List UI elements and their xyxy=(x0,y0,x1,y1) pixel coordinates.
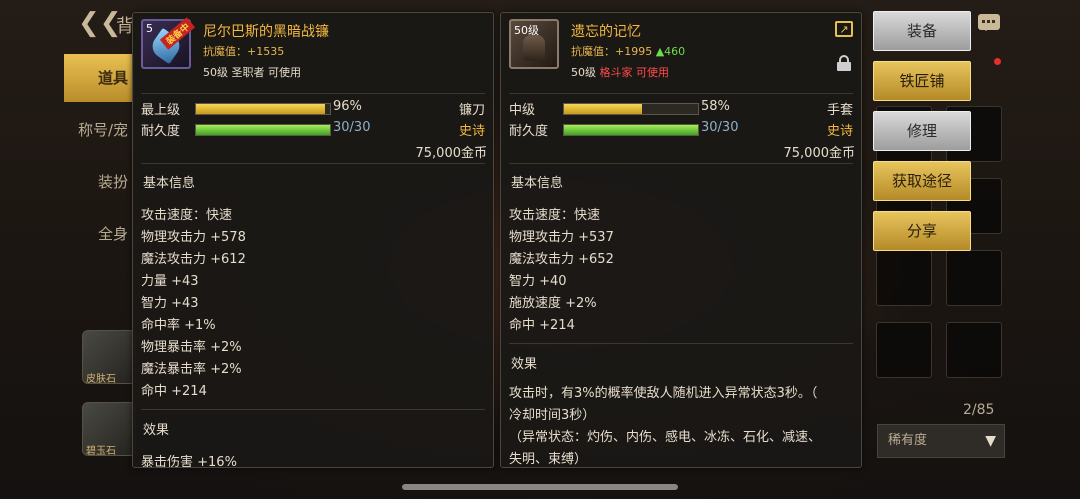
item-tooltip-equipped: 5 装备中 尼尔巴斯的黑暗战镰 抗魔值：+1535 50级 圣职者 可使用 最上… xyxy=(132,12,494,468)
stat-line: 攻击速度：快速 xyxy=(141,208,233,223)
divider xyxy=(509,163,853,164)
durability-label: 耐久度 xyxy=(509,124,549,139)
durability-value: 30/30 xyxy=(701,120,739,135)
item-name: 遗忘的记忆 xyxy=(571,24,641,40)
item-type: 手套 xyxy=(826,103,853,118)
divider xyxy=(509,93,853,94)
stat-line: 命中 +214 xyxy=(509,318,575,333)
stat-line: 物理攻击力 +578 xyxy=(141,230,246,245)
divider xyxy=(141,409,485,410)
share-icon[interactable]: ↗ xyxy=(835,21,853,37)
price: 75,000金币 xyxy=(783,146,856,161)
stat-line: 魔法暴击率 +2% xyxy=(141,362,242,377)
lock-icon[interactable] xyxy=(837,55,851,71)
inventory-slot[interactable] xyxy=(946,250,1002,306)
grade-percent: 96% xyxy=(333,99,362,114)
stat-line: 命中率 +1% xyxy=(141,318,216,333)
grade-bar xyxy=(195,103,331,115)
effect-line: （异常状态：灼伤、内伤、感电、冰冻、石化、减速、 xyxy=(509,430,822,445)
stat-line: 力量 +43 xyxy=(141,274,199,289)
blacksmith-button[interactable]: 铁匠铺 xyxy=(873,61,971,101)
tab-avatar[interactable]: 装扮 xyxy=(64,158,134,206)
rarity: 史诗 xyxy=(826,124,853,139)
durability-bar xyxy=(563,124,699,136)
basic-info-title: 基本信息 xyxy=(143,176,196,191)
stat-line: 智力 +43 xyxy=(141,296,199,311)
durability-label: 耐久度 xyxy=(141,124,181,139)
stat-line: 物理暴击率 +2% xyxy=(141,340,242,355)
durability-bar xyxy=(195,124,331,136)
stat-line: 物理攻击力 +537 xyxy=(509,230,614,245)
gloves-icon xyxy=(523,35,545,61)
grade-bar-fill xyxy=(564,104,642,114)
requirement: 50级 格斗家 可使用 xyxy=(571,66,669,79)
notification-dot xyxy=(994,58,1001,65)
stat-line: 魔法攻击力 +612 xyxy=(141,252,246,267)
requirement: 50级 圣职者 可使用 xyxy=(203,66,301,79)
home-indicator[interactable] xyxy=(402,484,678,490)
tab-titles[interactable]: 称号/宠 xyxy=(64,106,134,154)
basic-info-title: 基本信息 xyxy=(511,176,564,191)
gloves-item-icon[interactable]: 50级 xyxy=(509,19,559,69)
resist-value: 抗魔值：+1535 xyxy=(203,45,285,58)
jade-stone-label: 碧玉石 xyxy=(86,446,116,457)
rarity: 史诗 xyxy=(458,124,485,139)
obtain-source-button[interactable]: 获取途径 xyxy=(873,161,971,201)
item-level-tag: 5 xyxy=(146,22,153,35)
divider xyxy=(141,163,485,164)
stat-line: 魔法攻击力 +652 xyxy=(509,252,614,267)
inventory-slot[interactable] xyxy=(946,322,1002,378)
chat-icon[interactable] xyxy=(978,14,1000,31)
repair-button[interactable]: 修理 xyxy=(873,111,971,151)
stat-line: 施放速度 +2% xyxy=(509,296,597,311)
durability-bar-fill xyxy=(564,125,698,135)
durability-bar-fill xyxy=(196,125,330,135)
grade-bar-fill xyxy=(196,104,325,114)
effect-title: 效果 xyxy=(511,357,538,372)
resist-value: 抗魔值：+1995 ▲460 xyxy=(571,45,686,58)
tab-items[interactable]: 道具 xyxy=(64,54,134,102)
stat-line: 智力 +40 xyxy=(509,274,567,289)
rarity-filter-dropdown[interactable]: 稀有度 ▼ xyxy=(877,424,1005,458)
divider xyxy=(509,343,853,344)
skin-stone-label: 皮肤石 xyxy=(86,374,116,385)
inventory-slot[interactable] xyxy=(876,322,932,378)
effect-line: 冷却时间3秒） xyxy=(509,408,596,423)
share-button[interactable]: 分享 xyxy=(873,211,971,251)
effect-line: 暴击伤害 +16% xyxy=(141,455,237,468)
grade-percent: 58% xyxy=(701,99,730,114)
chevron-down-icon: ▼ xyxy=(985,433,996,449)
price: 75,000金币 xyxy=(415,146,488,161)
grade-bar xyxy=(563,103,699,115)
effect-line: 攻击时，有3%的概率使敌人随机进入异常状态3秒。（ xyxy=(509,386,818,401)
effect-description: 攻击时，有3%的概率使敌人随机进入异常状态3秒。（ 冷却时间3秒） （异常状态：… xyxy=(509,383,849,467)
inventory-slot[interactable] xyxy=(876,250,932,306)
item-name: 尼尔巴斯的黑暗战镰 xyxy=(203,24,329,40)
grade-label: 最上级 xyxy=(141,103,181,118)
stat-line: 命中 +214 xyxy=(141,384,207,399)
inventory-count: 2/85 xyxy=(963,402,995,418)
stat-line: 攻击速度：快速 xyxy=(509,208,601,223)
item-tooltip-compare: 50级 遗忘的记忆 抗魔值：+1995 ▲460 50级 格斗家 可使用 ↗ 中… xyxy=(500,12,862,468)
divider xyxy=(141,93,485,94)
tab-fullbody[interactable]: 全身 xyxy=(64,210,134,258)
effect-title: 效果 xyxy=(143,423,170,438)
rarity-filter-label: 稀有度 xyxy=(888,433,928,448)
durability-value: 30/30 xyxy=(333,120,371,135)
scythe-item-icon[interactable]: 5 装备中 xyxy=(141,17,196,69)
grade-label: 中级 xyxy=(509,103,536,118)
back-arrow-icon[interactable]: ❮❮ xyxy=(78,8,122,38)
item-type: 镰刀 xyxy=(458,103,485,118)
effect-line: 失明、束缚） xyxy=(509,452,588,467)
equip-button[interactable]: 装备 xyxy=(873,11,971,51)
